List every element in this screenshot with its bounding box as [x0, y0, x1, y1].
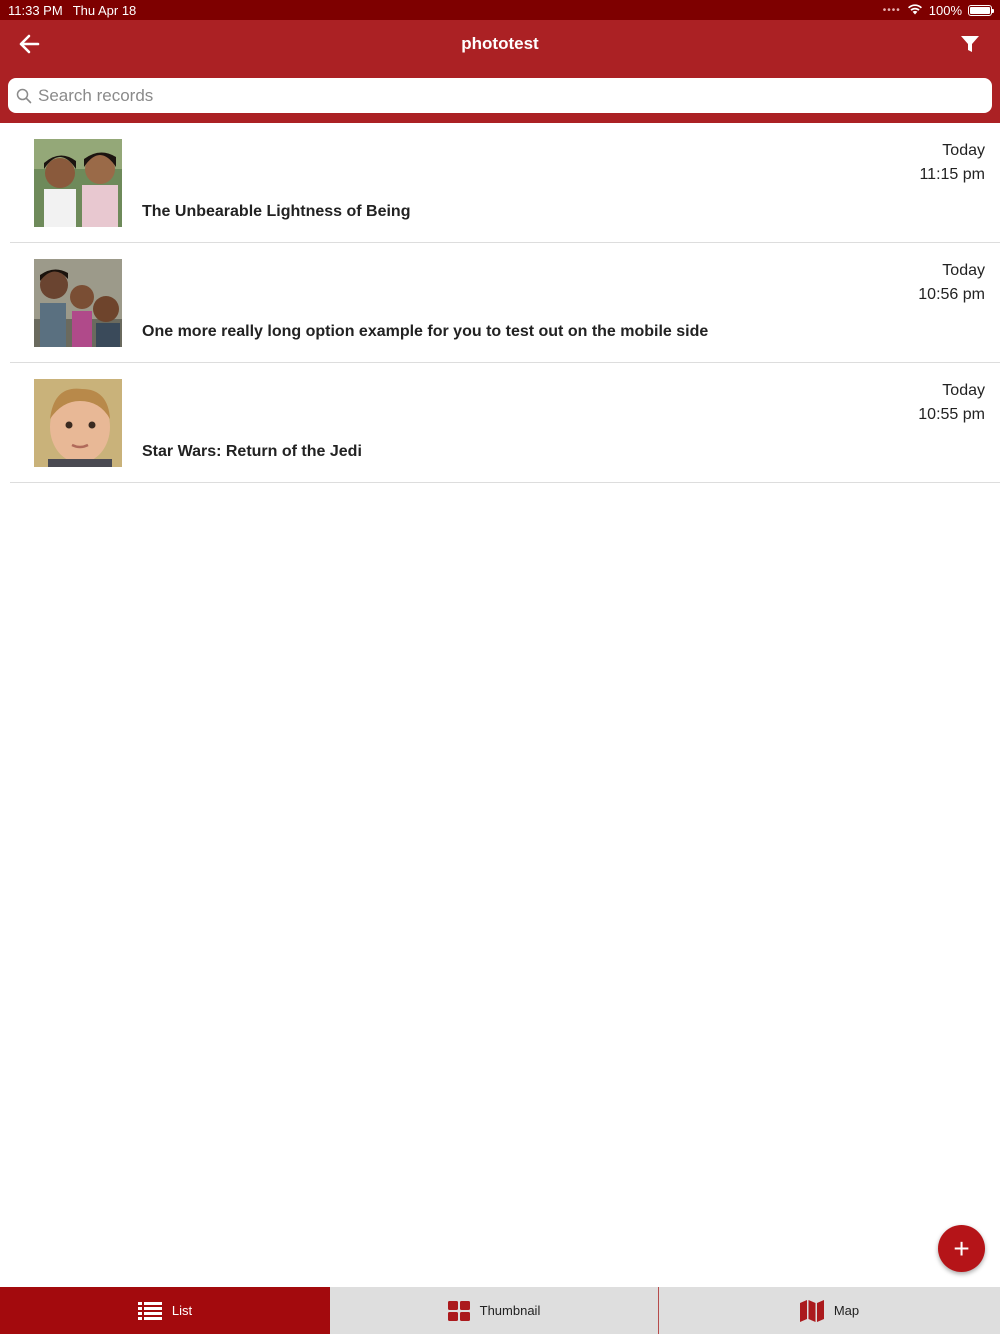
record-photo: [34, 139, 122, 227]
grid-icon: [447, 1300, 470, 1321]
record-photo: [34, 259, 122, 347]
tab-list-label: List: [171, 1303, 193, 1318]
record-day: Today: [942, 142, 985, 159]
record-row[interactable]: The Unbearable Lightness of Being Today …: [10, 123, 1000, 243]
map-icon: [799, 1299, 824, 1322]
search-icon: [16, 88, 32, 103]
record-photo: [34, 379, 122, 467]
record-date: Today 10:56 pm: [918, 259, 985, 307]
signal-dots: ••••: [882, 4, 901, 16]
search-bar: [0, 68, 1000, 123]
records-list: The Unbearable Lightness of Being Today …: [10, 123, 1000, 483]
add-record-button[interactable]: +: [938, 1225, 985, 1272]
back-button[interactable]: [14, 30, 44, 58]
record-title: One more really long option example for …: [142, 323, 709, 340]
battery-percent: 100%: [928, 2, 962, 18]
plus-icon: +: [953, 1232, 970, 1264]
record-time: 10:56 pm: [918, 286, 985, 303]
record-title: The Unbearable Lightness of Being: [142, 203, 411, 220]
record-time: 10:55 pm: [918, 406, 985, 423]
status-bar: 11:33 PM Thu Apr 18 •••• 100%: [0, 0, 1000, 20]
arrow-left-icon: [19, 34, 40, 54]
page-title: phototest: [461, 34, 539, 53]
nav-bar: phototest: [0, 20, 1000, 68]
search-box[interactable]: [8, 78, 992, 113]
tab-list[interactable]: List: [0, 1287, 330, 1334]
record-day: Today: [942, 262, 985, 279]
search-input[interactable]: [38, 85, 917, 106]
record-row[interactable]: Star Wars: Return of the Jedi Today 10:5…: [10, 363, 1000, 483]
tab-thumbnail-label: Thumbnail: [479, 1303, 541, 1318]
list-icon: [137, 1301, 162, 1320]
record-date: Today 11:15 pm: [919, 139, 985, 187]
battery-icon: [968, 4, 994, 16]
filter-icon: [961, 36, 979, 52]
tab-map-label: Map: [833, 1303, 860, 1318]
filter-button[interactable]: [956, 30, 984, 58]
record-title: Star Wars: Return of the Jedi: [142, 443, 362, 460]
status-time: 11:33 PM: [8, 2, 63, 18]
status-date: Thu Apr 18: [72, 2, 137, 18]
record-date: Today 10:55 pm: [918, 379, 985, 427]
tab-thumbnail[interactable]: Thumbnail: [330, 1287, 659, 1334]
record-time: 11:15 pm: [919, 166, 985, 183]
tab-bar: List Thumbnail Map: [0, 1287, 1000, 1334]
record-day: Today: [942, 382, 985, 399]
wifi-icon: [907, 3, 923, 18]
record-row[interactable]: One more really long option example for …: [10, 243, 1000, 363]
tab-map[interactable]: Map: [659, 1287, 1000, 1334]
